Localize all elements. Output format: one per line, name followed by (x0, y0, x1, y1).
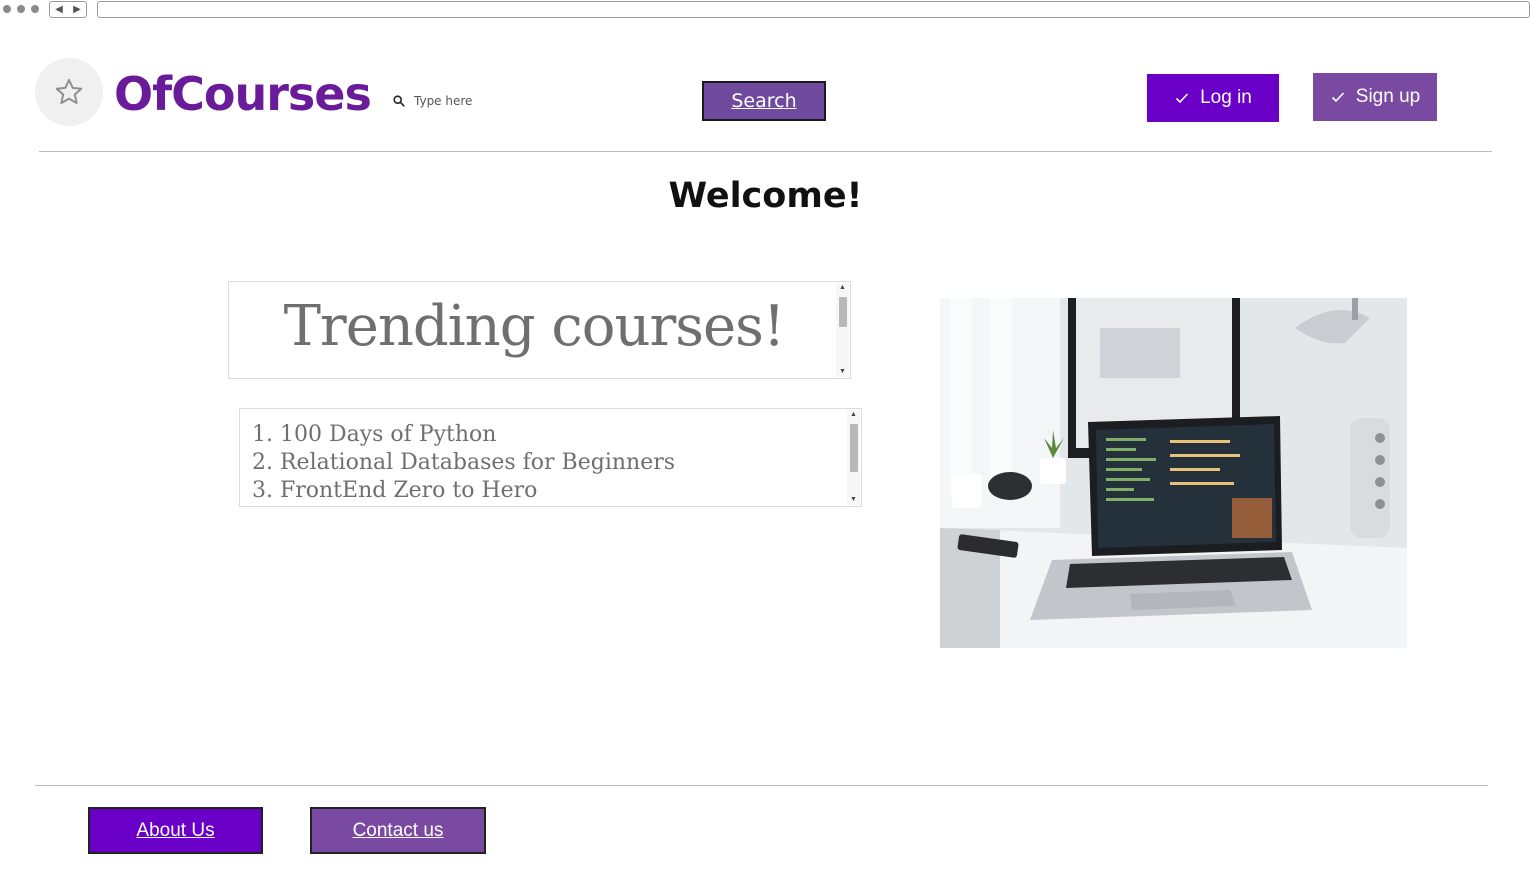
window-dot (31, 5, 39, 13)
brand-name[interactable]: OfCourses (114, 64, 372, 124)
contact-us-button[interactable]: Contact us (310, 807, 486, 854)
laptop-photo-illustration (940, 298, 1407, 648)
forward-arrow-icon[interactable]: ▶ (73, 4, 81, 15)
trending-title-box[interactable]: Trending courses! ▲ ▼ (228, 281, 851, 379)
scroll-up-icon[interactable]: ▲ (847, 410, 860, 420)
trending-title: Trending courses! (283, 294, 786, 359)
scrollbar-thumb[interactable] (850, 424, 858, 472)
window-dot (3, 5, 11, 13)
scrollbar-thumb[interactable] (839, 297, 847, 327)
list-item[interactable]: 2. Relational Databases for Beginners (252, 449, 675, 477)
signup-button[interactable]: Sign up (1313, 73, 1437, 121)
list-item[interactable]: 1. 100 Days of Python (252, 421, 675, 449)
course-list: 1. 100 Days of Python 2. Relational Data… (252, 421, 675, 505)
scroll-up-icon[interactable]: ▲ (836, 283, 849, 293)
header-divider (39, 151, 1492, 152)
address-bar[interactable] (97, 1, 1530, 18)
scrollbar[interactable]: ▲ ▼ (836, 283, 849, 377)
back-arrow-icon[interactable]: ◀ (55, 4, 63, 15)
window-controls (3, 5, 39, 13)
scroll-down-icon[interactable]: ▼ (836, 367, 849, 377)
check-icon (1331, 92, 1344, 103)
search-field[interactable] (392, 90, 652, 112)
browser-nav-buttons[interactable]: ◀ ▶ (49, 1, 87, 18)
scrollbar[interactable]: ▲ ▼ (847, 410, 860, 505)
list-item[interactable]: 3. FrontEnd Zero to Hero (252, 477, 675, 505)
about-us-button[interactable]: About Us (88, 807, 263, 854)
page-title: Welcome! (668, 176, 863, 216)
laptop-desk-image (940, 298, 1407, 648)
login-label: Log in (1200, 87, 1252, 108)
check-icon (1176, 93, 1189, 104)
course-list-box[interactable]: 1. 100 Days of Python 2. Relational Data… (239, 408, 862, 507)
search-button[interactable]: Search (702, 81, 826, 121)
search-input[interactable] (414, 94, 634, 108)
search-icon (393, 95, 405, 107)
signup-label: Sign up (1355, 86, 1421, 107)
login-button[interactable]: Log in (1147, 74, 1279, 122)
star-icon (55, 78, 83, 105)
window-dot (17, 5, 25, 13)
scroll-down-icon[interactable]: ▼ (847, 495, 860, 505)
logo[interactable] (35, 58, 103, 126)
footer-divider (35, 785, 1488, 786)
